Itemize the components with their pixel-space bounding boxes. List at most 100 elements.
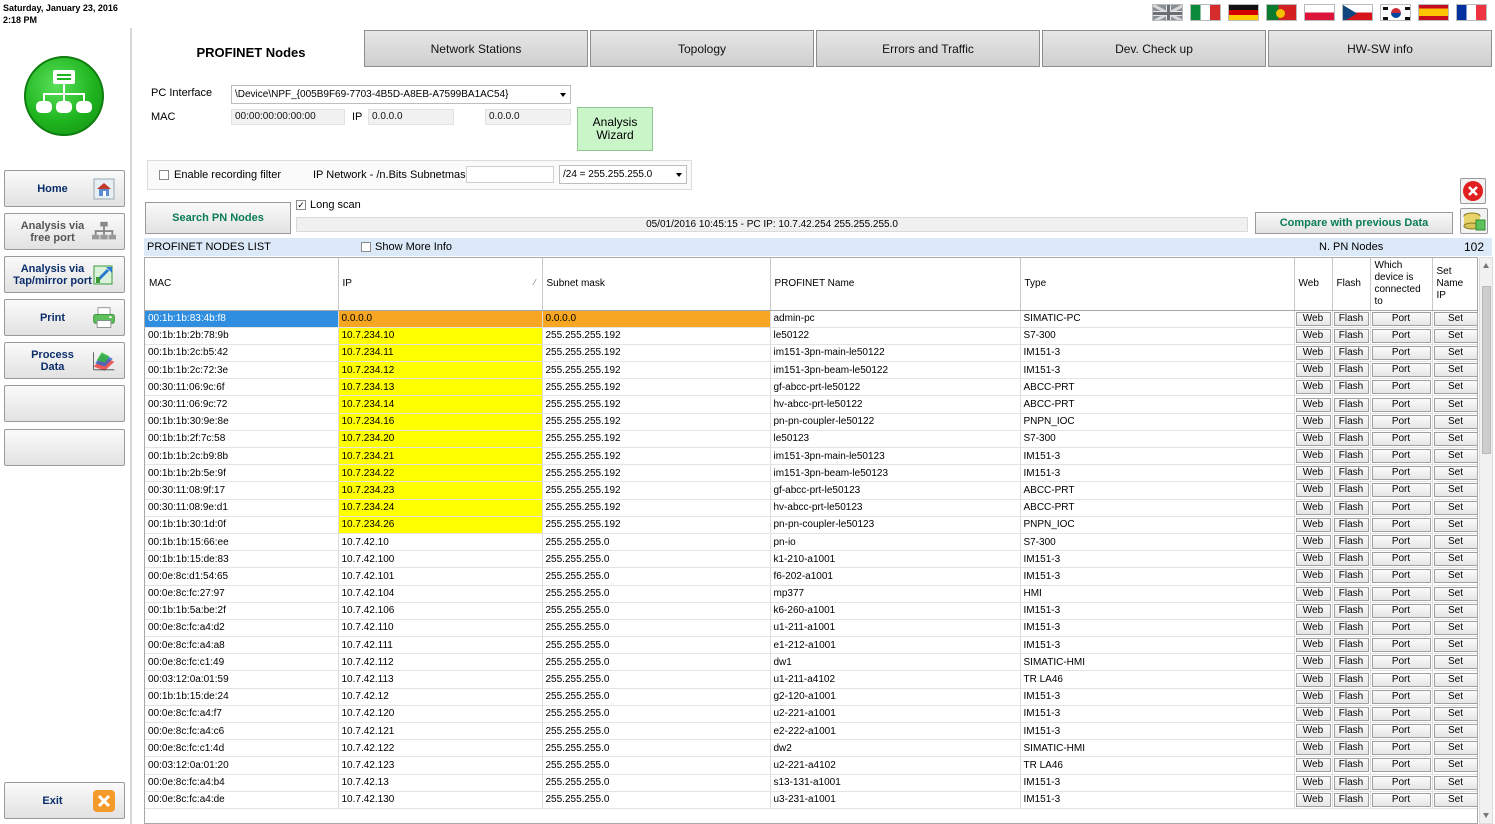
web-button[interactable]: Web: [1295, 431, 1331, 446]
table-scrollbar[interactable]: [1479, 257, 1493, 824]
col-header-subnet[interactable]: Subnet mask: [542, 258, 771, 311]
pc-interface-select[interactable]: \Device\NPF_{005B9F69-7703-4B5D-A8EB-A75…: [231, 85, 571, 104]
flash-button[interactable]: Flash: [1333, 517, 1369, 532]
table-row[interactable]: 00:1b:1b:30:1d:0f 10.7.234.26 255.255.255.…: [145, 516, 1477, 534]
flash-button[interactable]: Flash: [1333, 483, 1369, 498]
table-row[interactable]: 00:0e:8c:fc:a4:f7 10.7.42.120 255.255.255.…: [145, 705, 1477, 724]
flash-button[interactable]: Flash: [1333, 345, 1369, 360]
set-button[interactable]: Set: [1433, 672, 1477, 687]
port-button[interactable]: Port: [1371, 466, 1431, 481]
set-button[interactable]: Set: [1433, 449, 1477, 464]
analysis-tap-mirror-button[interactable]: Analysis via Tap/mirror port: [4, 256, 125, 293]
table-row[interactable]: 00:1b:1b:30:9e:8e 10.7.234.16 255.255.255.…: [145, 413, 1477, 431]
port-button[interactable]: Port: [1371, 363, 1431, 378]
port-button[interactable]: Port: [1371, 706, 1431, 721]
flash-button[interactable]: Flash: [1333, 724, 1369, 739]
col-header-set-name-ip[interactable]: Set Name IP: [1432, 258, 1477, 311]
web-button[interactable]: Web: [1295, 517, 1331, 532]
enable-recording-checkbox[interactable]: [159, 170, 169, 180]
col-header-which-device[interactable]: Which device is connected to: [1370, 258, 1433, 311]
empty-slot-button-1[interactable]: [4, 385, 125, 422]
search-pn-nodes-button[interactable]: Search PN Nodes: [145, 202, 291, 234]
home-button[interactable]: Home: [4, 170, 125, 207]
table-row[interactable]: 00:1b:1b:5a:be:2f 10.7.42.106 255.255.255.…: [145, 602, 1477, 620]
flash-button[interactable]: Flash: [1333, 689, 1369, 704]
set-button[interactable]: Set: [1433, 586, 1477, 601]
port-button[interactable]: Port: [1371, 569, 1431, 584]
port-button[interactable]: Port: [1371, 758, 1431, 773]
flash-button[interactable]: Flash: [1333, 741, 1369, 756]
port-button[interactable]: Port: [1371, 620, 1431, 635]
table-row[interactable]: 00:0e:8c:d1:54:65 10.7.42.101 255.255.255.…: [145, 567, 1477, 586]
table-row[interactable]: 00:1b:1b:15:66:ee 10.7.42.10 255.255.255.0…: [145, 533, 1477, 552]
close-button[interactable]: [1460, 178, 1486, 204]
korea-flag-icon[interactable]: [1380, 4, 1411, 21]
table-row[interactable]: 00:0e:8c:fc:a4:d2 10.7.42.110 255.255.255.…: [145, 619, 1477, 638]
table-row[interactable]: 00:1b:1b:2b:78:9b 10.7.234.10 255.255.255.…: [145, 327, 1477, 345]
table-row[interactable]: 00:1b:1b:2c:b5:42 10.7.234.11 255.255.255.…: [145, 344, 1477, 363]
table-row[interactable]: 00:0e:8c:fc:27:97 10.7.42.104 255.255.255.…: [145, 585, 1477, 603]
port-button[interactable]: Port: [1371, 500, 1431, 515]
set-button[interactable]: Set: [1433, 483, 1477, 498]
flash-button[interactable]: Flash: [1333, 775, 1369, 790]
flash-button[interactable]: Flash: [1333, 552, 1369, 567]
port-button[interactable]: Port: [1371, 586, 1431, 601]
scroll-thumb[interactable]: [1482, 286, 1491, 454]
spain-flag-icon[interactable]: [1418, 4, 1449, 21]
col-header-ip[interactable]: IP ⁄: [338, 258, 543, 311]
flash-button[interactable]: Flash: [1333, 397, 1369, 412]
flash-button[interactable]: Flash: [1333, 672, 1369, 687]
set-button[interactable]: Set: [1433, 603, 1477, 618]
web-button[interactable]: Web: [1295, 706, 1331, 721]
database-button[interactable]: [1460, 208, 1488, 234]
col-header-mac[interactable]: MAC: [145, 258, 339, 311]
set-button[interactable]: Set: [1433, 792, 1477, 807]
set-button[interactable]: Set: [1433, 535, 1477, 550]
web-button[interactable]: Web: [1295, 328, 1331, 343]
web-button[interactable]: Web: [1295, 345, 1331, 360]
set-button[interactable]: Set: [1433, 758, 1477, 773]
table-row[interactable]: 00:1b:1b:2f:7c:58 10.7.234.20 255.255.255.…: [145, 430, 1477, 449]
table-row[interactable]: 00:30:11:06:9c:6f 10.7.234.13 255.255.255.…: [145, 378, 1477, 397]
show-more-info-checkbox[interactable]: [361, 242, 371, 252]
web-button[interactable]: Web: [1295, 638, 1331, 653]
table-row[interactable]: 00:1b:1b:15:de:83 10.7.42.100 255.255.255.…: [145, 550, 1477, 569]
port-button[interactable]: Port: [1371, 638, 1431, 653]
port-button[interactable]: Port: [1371, 792, 1431, 807]
col-header-profinet-name[interactable]: PROFINET Name: [770, 258, 1021, 311]
web-button[interactable]: Web: [1295, 449, 1331, 464]
table-row[interactable]: 00:1b:1b:2b:5e:9f 10.7.234.22 255.255.255.…: [145, 464, 1477, 483]
col-header-web[interactable]: Web: [1294, 258, 1333, 311]
flash-button[interactable]: Flash: [1333, 758, 1369, 773]
flash-button[interactable]: Flash: [1333, 363, 1369, 378]
set-button[interactable]: Set: [1433, 775, 1477, 790]
table-row[interactable]: 00:1b:1b:2c:b9:8b 10.7.234.21 255.255.255.…: [145, 447, 1477, 466]
germany-flag-icon[interactable]: [1228, 4, 1259, 21]
col-header-type[interactable]: Type: [1020, 258, 1295, 311]
port-button[interactable]: Port: [1371, 380, 1431, 395]
set-button[interactable]: Set: [1433, 363, 1477, 378]
tab-errors-and-traffic[interactable]: Errors and Traffic: [816, 30, 1040, 67]
col-header-flash[interactable]: Flash: [1332, 258, 1371, 311]
portugal-flag-icon[interactable]: [1266, 4, 1297, 21]
web-button[interactable]: Web: [1295, 466, 1331, 481]
scroll-up-icon[interactable]: [1483, 263, 1489, 268]
web-button[interactable]: Web: [1295, 483, 1331, 498]
port-button[interactable]: Port: [1371, 345, 1431, 360]
flash-button[interactable]: Flash: [1333, 603, 1369, 618]
print-button[interactable]: Print: [4, 299, 125, 336]
set-button[interactable]: Set: [1433, 380, 1477, 395]
tab-profinet-nodes[interactable]: PROFINET Nodes: [138, 32, 364, 72]
flash-button[interactable]: Flash: [1333, 380, 1369, 395]
set-button[interactable]: Set: [1433, 345, 1477, 360]
flash-button[interactable]: Flash: [1333, 638, 1369, 653]
uk-flag-icon[interactable]: [1152, 4, 1183, 21]
france-flag-icon[interactable]: [1456, 4, 1487, 21]
set-button[interactable]: Set: [1433, 517, 1477, 532]
web-button[interactable]: Web: [1295, 397, 1331, 412]
set-button[interactable]: Set: [1433, 706, 1477, 721]
compare-previous-data-button[interactable]: Compare with previous Data: [1255, 212, 1453, 234]
flash-button[interactable]: Flash: [1333, 792, 1369, 807]
ip-network-input[interactable]: [466, 166, 554, 183]
port-button[interactable]: Port: [1371, 724, 1431, 739]
